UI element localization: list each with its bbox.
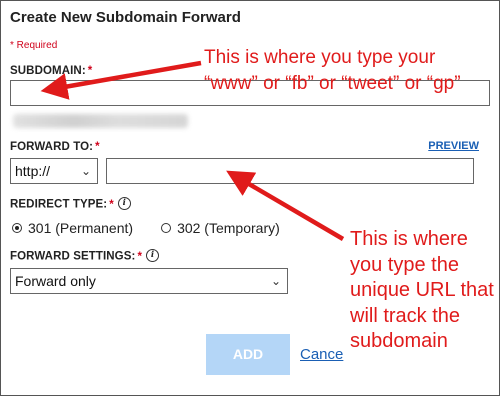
cancel-link[interactable]: Cance	[300, 346, 343, 363]
radio-302[interactable]	[161, 223, 172, 233]
info-icon[interactable]: i	[117, 197, 131, 210]
annotation-forward-note: This is where you type the unique URL th…	[350, 228, 494, 352]
protocol-select[interactable]: http:// ⌄	[10, 158, 98, 184]
forward-settings-label-row: FORWARD SETTINGS: * i	[10, 249, 160, 263]
dialog-title: Create New Subdomain Forward	[10, 9, 241, 26]
info-icon[interactable]: i	[146, 249, 160, 262]
subdomain-label-row: SUBDOMAIN: *	[10, 65, 92, 77]
required-marker: *	[137, 250, 143, 263]
forward-url-input[interactable]	[106, 158, 474, 184]
forward-settings-label: FORWARD SETTINGS:	[10, 250, 136, 263]
chevron-down-icon: ⌄	[270, 274, 281, 288]
redirect-type-options: 301 (Permanent) 302 (Temporary)	[12, 220, 308, 236]
required-marker: *	[87, 65, 93, 77]
forward-settings-select[interactable]: Forward only ⌄	[10, 268, 288, 294]
required-note: * Required	[10, 40, 58, 51]
annotation-subdomain-note: This is where you type your “www” or “fb…	[204, 47, 461, 94]
required-marker: *	[95, 141, 100, 153]
add-button[interactable]: ADD	[206, 334, 290, 375]
radio-301[interactable]	[12, 223, 22, 233]
radio-302-label[interactable]: 302 (Temporary)	[177, 220, 280, 236]
subdomain-forward-dialog: Create New Subdomain Forward * Required …	[0, 0, 500, 396]
forward-to-label-row: FORWARD TO: *	[10, 141, 100, 153]
chevron-down-icon: ⌄	[80, 164, 91, 178]
subdomain-label: SUBDOMAIN:	[10, 65, 86, 77]
radio-301-label[interactable]: 301 (Permanent)	[28, 220, 133, 236]
redirect-type-label: REDIRECT TYPE:	[10, 198, 108, 211]
redirect-type-label-row: REDIRECT TYPE: * i	[10, 197, 131, 211]
forward-settings-value: Forward only	[15, 273, 96, 289]
preview-link[interactable]: PREVIEW	[428, 140, 479, 152]
forward-to-label: FORWARD TO:	[10, 141, 94, 153]
required-marker: *	[109, 198, 114, 211]
protocol-select-value: http://	[15, 163, 51, 179]
blurred-hint-text	[13, 114, 188, 128]
